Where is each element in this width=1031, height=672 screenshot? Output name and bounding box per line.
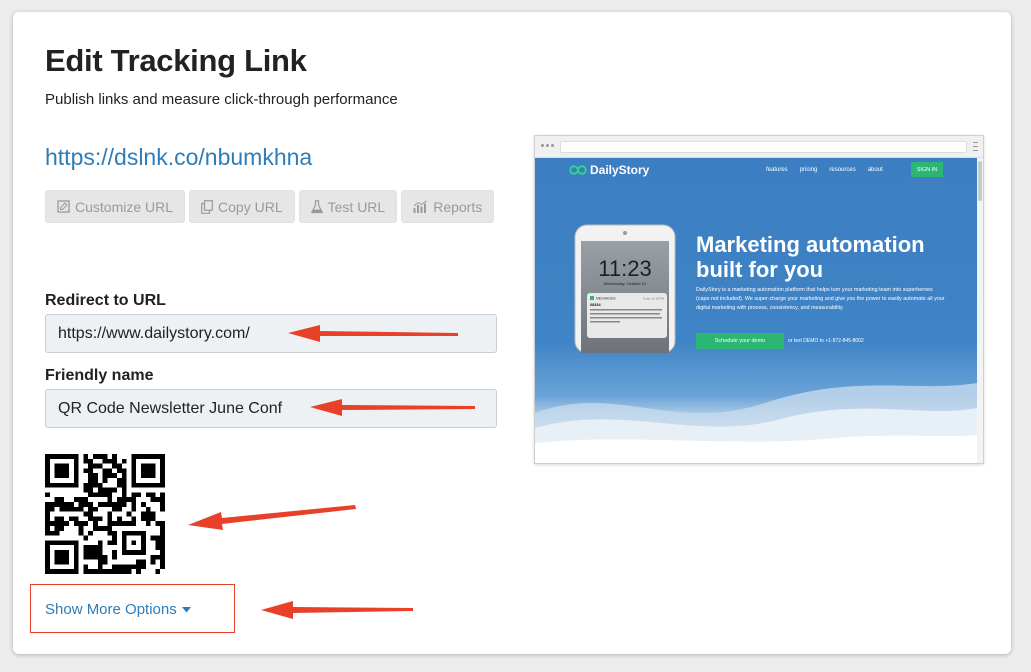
hamburger-menu-icon <box>973 142 978 151</box>
edit-tracking-link-panel: Edit Tracking Link Publish links and mea… <box>13 12 1011 654</box>
customize-url-button[interactable]: Customize URL <box>45 190 186 223</box>
brand-name: DailyStory <box>590 163 650 177</box>
hero-text: DailyStory is a marketing automation pla… <box>696 287 945 311</box>
friendly-name-label: Friendly name <box>45 367 154 384</box>
hero-title: Marketing automation built for you <box>696 232 925 282</box>
phone-date: Wednesday, October 21 <box>604 281 648 286</box>
infinity-logo-icon <box>569 165 587 175</box>
customize-url-label: Customize URL <box>75 198 174 215</box>
destination-preview: DailyStory features pricing resources ab… <box>534 135 984 464</box>
wave-decoration <box>535 383 977 463</box>
flask-icon <box>310 199 323 213</box>
nav-about: about <box>867 167 883 173</box>
short-link[interactable]: https://dslnk.co/nbumkhna <box>45 144 312 171</box>
copy-icon <box>201 199 213 214</box>
copy-url-button[interactable]: Copy URL <box>189 190 295 223</box>
text-demo-note: or text DEMO to +1-972-845-8002 <box>788 338 864 344</box>
page-title: Edit Tracking Link <box>45 43 307 78</box>
copy-url-label: Copy URL <box>218 198 283 215</box>
schedule-demo-button: Schedule your demo <box>696 333 784 349</box>
phone-msg-sender: 68334 <box>590 303 601 307</box>
dailystory-logo: DailyStory <box>569 163 649 177</box>
site-nav: features pricing resources about <box>766 167 883 173</box>
phone-illustration: 11:23 Wednesday, October 21 MESSAGES Tod… <box>574 224 676 353</box>
test-url-label: Test URL <box>327 198 386 215</box>
friendly-name-input[interactable] <box>45 389 497 428</box>
page-subtitle: Publish links and measure click-through … <box>45 91 398 108</box>
phone-time: 11:23 <box>598 256 651 281</box>
nav-pricing: pricing <box>799 167 818 173</box>
nav-features: features <box>766 167 788 173</box>
browser-url-bar <box>560 141 967 153</box>
qr-code <box>45 454 165 574</box>
redirect-url-input[interactable] <box>45 314 497 353</box>
show-more-options-label: Show More Options <box>45 601 177 618</box>
website-screenshot: DailyStory features pricing resources ab… <box>535 158 977 463</box>
phone-msg-time: Today 11:18 PM <box>643 297 665 301</box>
bar-chart-icon <box>413 200 428 213</box>
edit-icon <box>57 200 70 213</box>
redirect-url-label: Redirect to URL <box>45 292 166 309</box>
window-dots-icon <box>541 144 554 147</box>
caret-down-icon <box>181 606 191 612</box>
browser-chrome <box>535 136 983 158</box>
reports-button[interactable]: Reports <box>401 190 495 223</box>
preview-scrollbar <box>977 158 983 463</box>
phone-msg-app: MESSAGES <box>596 297 616 301</box>
nav-resources: resources <box>829 167 856 173</box>
signin-button: SIGN IN <box>911 162 943 177</box>
link-action-buttons: Customize URL Copy URL Test URL Reports <box>45 190 495 223</box>
show-more-options-toggle[interactable]: Show More Options <box>45 601 191 618</box>
test-url-button[interactable]: Test URL <box>298 190 398 223</box>
reports-label: Reports <box>433 198 483 215</box>
